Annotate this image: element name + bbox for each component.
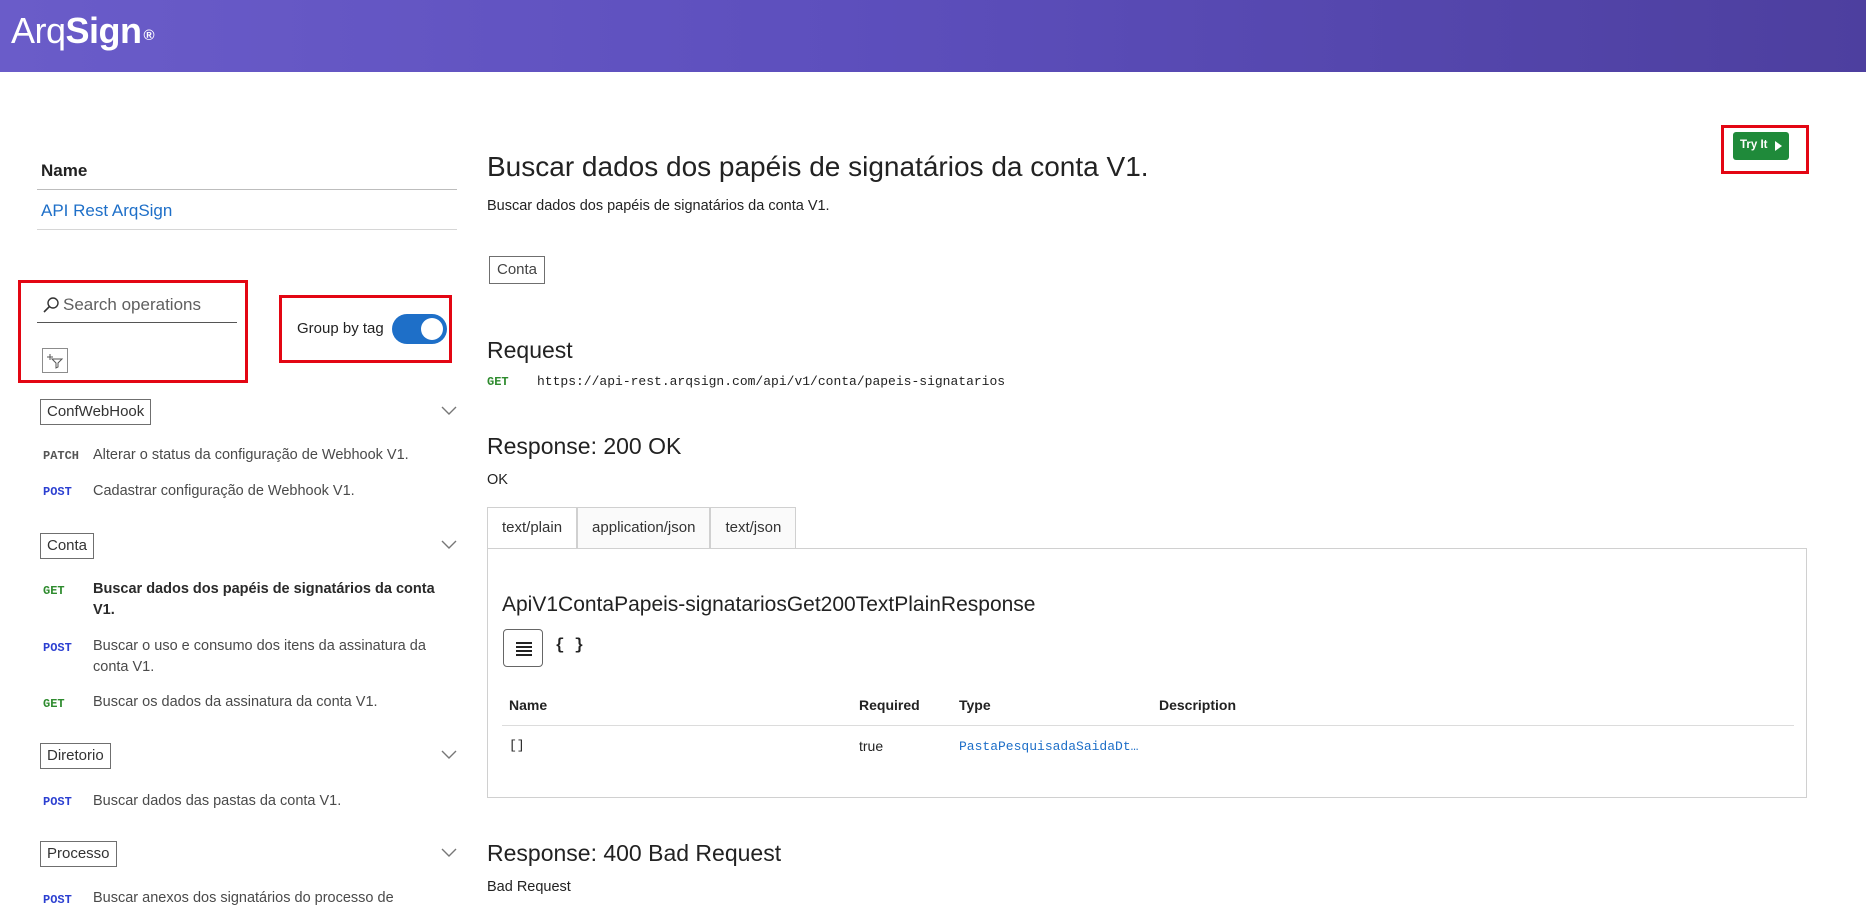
content-type-tabs: text/plain application/json text/json: [487, 507, 797, 549]
registered-mark: ®: [143, 27, 155, 44]
tag-confwebhook[interactable]: ConfWebHook: [40, 399, 152, 425]
chevron-down-icon[interactable]: [440, 749, 458, 761]
table-divider: [502, 725, 1794, 726]
method-badge: POST: [43, 893, 72, 907]
operation-item-active[interactable]: Buscar dados dos papéis de signatários d…: [93, 579, 438, 621]
logo-text-light: Arq: [11, 10, 66, 51]
schema-panel: ApiV1ContaPapeis-signatariosGet200TextPl…: [487, 548, 1807, 798]
page-title: Buscar dados dos papéis de signatários d…: [487, 151, 1149, 182]
row-name-cell: []: [509, 738, 525, 753]
search-box[interactable]: [37, 290, 237, 323]
operation-item[interactable]: Alterar o status da configuração de Webh…: [93, 445, 448, 466]
method-badge: POST: [43, 485, 72, 499]
chevron-down-icon[interactable]: [440, 405, 458, 417]
toggle-knob: [421, 318, 443, 340]
operation-item[interactable]: Cadastrar configuração de Webhook V1.: [93, 481, 448, 502]
response-400-description: Bad Request: [487, 879, 571, 895]
row-type-link[interactable]: PastaPesquisadaSaidaDt…: [959, 739, 1138, 754]
tab-text-plain[interactable]: text/plain: [487, 507, 578, 549]
name-header-label: Name: [41, 161, 88, 180]
api-row[interactable]: API Rest ArqSign: [37, 192, 457, 230]
table-view-button[interactable]: [503, 629, 543, 667]
method-badge: POST: [43, 641, 72, 655]
response-200-description: OK: [487, 472, 508, 488]
method-badge: GET: [43, 584, 65, 598]
tag-conta[interactable]: Conta: [40, 533, 95, 559]
request-heading: Request: [487, 337, 573, 363]
tag-processo[interactable]: Processo: [40, 841, 117, 867]
chevron-down-icon[interactable]: [440, 847, 458, 859]
row-required-cell: true: [859, 738, 884, 754]
operation-item[interactable]: Buscar anexos dos signatários do process…: [93, 888, 448, 907]
json-view-button[interactable]: { }: [555, 636, 584, 654]
add-filter-button[interactable]: [42, 348, 68, 373]
play-icon: [1775, 141, 1782, 151]
request-url: https://api-rest.arqsign.com/api/v1/cont…: [537, 374, 1006, 389]
page-subtitle: Buscar dados dos papéis de signatários d…: [487, 198, 830, 214]
list-icon: [516, 642, 532, 656]
method-badge: GET: [43, 697, 65, 711]
method-badge: POST: [43, 795, 72, 809]
group-by-tag-label: Group by tag: [297, 320, 384, 337]
method-badge: PATCH: [43, 449, 80, 463]
column-header-description: Description: [1159, 697, 1237, 713]
column-header-type: Type: [959, 697, 991, 713]
request-method: GET: [487, 375, 509, 389]
operation-item[interactable]: Buscar o uso e consumo dos itens da assi…: [93, 636, 438, 678]
response-200-heading: Response: 200 OK: [487, 433, 682, 459]
column-header-name: Name: [509, 697, 548, 713]
tab-text-json[interactable]: text/json: [710, 507, 797, 549]
chevron-down-icon[interactable]: [440, 539, 458, 551]
operation-tag[interactable]: Conta: [489, 256, 546, 284]
api-link[interactable]: API Rest ArqSign: [41, 201, 172, 221]
column-header-required: Required: [859, 697, 920, 713]
search-input[interactable]: [63, 292, 233, 318]
response-400-heading: Response: 400 Bad Request: [487, 840, 782, 866]
operation-item[interactable]: Buscar dados das pastas da conta V1.: [93, 791, 448, 812]
filter-add-icon: [47, 354, 64, 369]
group-by-tag-toggle[interactable]: [392, 314, 447, 344]
try-it-button[interactable]: Try It: [1733, 132, 1789, 160]
try-it-label: Try It: [1740, 139, 1768, 151]
arqsign-logo[interactable]: ArqSign ®: [11, 10, 155, 52]
schema-title: ApiV1ContaPapeis-signatariosGet200TextPl…: [502, 593, 1036, 616]
name-column-header: Name: [37, 158, 457, 190]
search-icon: [43, 297, 59, 313]
tag-diretorio[interactable]: Diretorio: [40, 743, 111, 769]
operation-item[interactable]: Buscar os dados da assinatura da conta V…: [93, 692, 448, 713]
tab-application-json[interactable]: application/json: [577, 507, 711, 549]
top-bar: ArqSign ®: [0, 0, 1866, 72]
logo-text-bold: Sign: [65, 10, 143, 51]
